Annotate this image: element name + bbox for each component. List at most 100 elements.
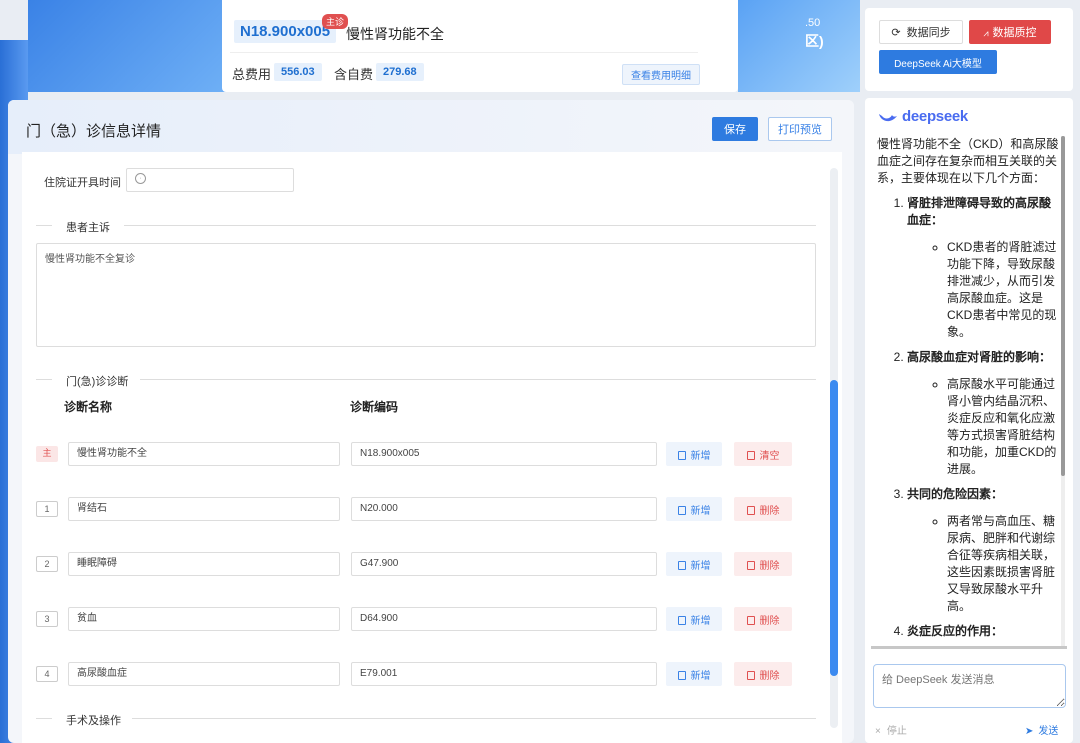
fee-detail-button[interactable]: 查看费用明细 [622,64,700,85]
visit-detail-panel: 门（急）诊信息详情 保存 打印预览 住院证开具时间 · 患者主诉 慢性肾功能不全… [8,100,854,743]
chat-scrollbar-thumb[interactable] [1061,136,1065,476]
diagnosis-row: 4 高尿酸血症 E79.001 新增 删除 [22,661,842,687]
close-icon: × [875,726,881,737]
chat-point: 肾脏排泄障碍导致的高尿酸血症： CKD患者的肾脏滤过功能下降，导致尿酸排泄减少，… [907,195,1059,341]
diagnosis-code-input[interactable]: D64.900 [351,607,657,631]
self-fee-value: 279.68 [376,63,424,81]
chat-horizontal-scrollbar[interactable] [871,646,1067,649]
diagnosis-section-title: 门(急)诊诊断 [66,376,129,388]
delete-diagnosis-button[interactable]: 删除 [734,607,792,631]
diagnosis-row: 1 肾结石 N20.000 新增 删除 [22,496,842,522]
chat-point: 炎症反应的作用： [907,623,1059,640]
section-line [36,718,52,719]
deepseek-ai-button[interactable]: DeepSeek Ai大模型 [879,50,997,74]
diagnosis-name-input[interactable]: 贫血 [68,607,340,631]
main-diagnosis-badge: 主诊 [322,14,349,29]
patient-summary-card: N18.900x005 主诊 慢性肾功能不全 总费用 556.03 含自费 27… [222,0,738,92]
chat-point-detail: 两者常与高血压、糖尿病、肥胖和代谢综合征等疾病相关联，这些因素既损害肾脏又导致尿… [947,513,1059,615]
section-line [132,718,816,719]
surgery-section-title: 手术及操作 [66,715,121,727]
diagnosis-index: 4 [36,666,58,682]
section-line [124,225,816,226]
add-diagnosis-button[interactable]: 新增 [666,662,722,686]
summary-divider [230,52,698,53]
form-content: 住院证开具时间 · 患者主诉 慢性肾功能不全复诊 门(急)诊诊断 诊断名称 诊断… [22,152,842,743]
main-diagnosis-code: N18.900x005 [234,20,337,43]
page-title: 门（急）诊信息详情 [26,123,162,140]
clear-diagnosis-button[interactable]: 清空 [734,442,792,466]
chat-point-detail: CKD患者的肾脏滤过功能下降，导致尿酸排泄减少，从而引发高尿酸血症。这是CKD患… [947,239,1059,341]
chat-input[interactable] [873,664,1066,708]
document-icon [677,450,686,460]
diagnosis-index: 3 [36,611,58,627]
delete-diagnosis-button[interactable]: 删除 [734,552,792,576]
delete-diagnosis-button[interactable]: 删除 [734,497,792,521]
document-icon [746,560,755,570]
diagnosis-name-input[interactable]: 慢性肾功能不全 [68,442,340,466]
background-header-right [738,0,860,92]
document-icon [677,505,686,515]
diagnosis-row: 主 慢性肾功能不全 N18.900x005 新增 清空 [22,441,842,467]
document-icon [746,615,755,625]
data-sync-button[interactable]: ⟳ 数据同步 [879,20,963,44]
diagnosis-code-input[interactable]: N20.000 [351,497,657,521]
data-qc-button[interactable]: ⩘ 数据质控 [969,20,1051,44]
document-icon [746,670,755,680]
complaint-textarea[interactable]: 慢性肾功能不全复诊 [36,243,816,347]
diagnosis-code-input[interactable]: N18.900x005 [351,442,657,466]
ai-chat-panel: deepseek 慢性肾功能不全（CKD）和高尿酸血症之间存在复杂而相互关联的关… [865,98,1073,743]
chat-point: 高尿酸血症对肾脏的影响： 高尿酸水平可能通过肾小管内结晶沉积、炎症反应和氧化应激… [907,349,1059,478]
document-icon [677,670,686,680]
complaint-section-title: 患者主诉 [66,222,110,234]
diagnosis-index: 2 [36,556,58,572]
diagnosis-code-input[interactable]: G47.900 [351,552,657,576]
header-right-top: .50 [805,17,821,29]
add-diagnosis-button[interactable]: 新增 [666,552,722,576]
section-line [36,225,52,226]
diagnosis-name-input[interactable]: 肾结石 [68,497,340,521]
column-header-code: 诊断编码 [350,400,399,414]
send-button[interactable]: ➤ 发送 [1025,722,1058,737]
add-diagnosis-button[interactable]: 新增 [666,442,722,466]
diagnosis-row: 3 贫血 D64.900 新增 删除 [22,606,842,632]
refresh-icon: ⟳ [891,27,901,39]
clock-icon: · [135,173,146,184]
pulse-icon: ⩘ [983,28,989,38]
header-right-bottom: 区) [805,33,824,49]
column-header-name: 诊断名称 [64,400,113,414]
chat-points: 肾脏排泄障碍导致的高尿酸血症： CKD患者的肾脏滤过功能下降，导致尿酸排泄减少，… [877,195,1059,640]
logo-text: deepseek [902,108,968,125]
background-header-left [28,0,228,92]
document-icon [746,450,755,460]
total-fee-value: 556.03 [274,63,322,81]
diagnosis-code-input[interactable]: E79.001 [351,662,657,686]
chat-intro: 慢性肾功能不全（CKD）和高尿酸血症之间存在复杂而相互关联的关系，主要体现在以下… [877,137,1059,185]
cert-time-label: 住院证开具时间 [44,177,121,189]
document-icon [677,560,686,570]
diagnosis-index: 主 [36,446,58,462]
add-diagnosis-button[interactable]: 新增 [666,607,722,631]
form-scrollbar-thumb[interactable] [830,380,838,676]
save-button[interactable]: 保存 [712,117,758,141]
section-line [140,379,816,380]
cert-time-input[interactable]: · [126,168,294,192]
self-fee-label: 含自费 [334,67,374,82]
whale-icon [879,113,897,121]
delete-diagnosis-button[interactable]: 删除 [734,662,792,686]
diagnosis-name-input[interactable]: 睡眠障碍 [68,552,340,576]
chat-point-detail: 高尿酸水平可能通过肾小管内结晶沉积、炎症反应和氧化应激等方式损害肾脏结构和功能，… [947,376,1059,478]
document-icon [677,615,686,625]
diagnosis-row: 2 睡眠障碍 G47.900 新增 删除 [22,551,842,577]
section-line [36,379,52,380]
diagnosis-name-input[interactable]: 高尿酸血症 [68,662,340,686]
stop-button[interactable]: × 停止 [875,722,907,737]
header-right-text: .50 区) [805,14,824,50]
chat-message: 慢性肾功能不全（CKD）和高尿酸血症之间存在复杂而相互关联的关系，主要体现在以下… [877,136,1059,646]
print-preview-button[interactable]: 打印预览 [768,117,832,141]
tool-panel: ⟳ 数据同步 ⩘ 数据质控 DeepSeek Ai大模型 [865,8,1073,91]
diagnosis-index: 1 [36,501,58,517]
deepseek-logo: deepseek [877,108,968,125]
add-diagnosis-button[interactable]: 新增 [666,497,722,521]
chat-point: 共同的危险因素： 两者常与高血压、糖尿病、肥胖和代谢综合征等疾病相关联，这些因素… [907,486,1059,615]
document-icon [746,505,755,515]
